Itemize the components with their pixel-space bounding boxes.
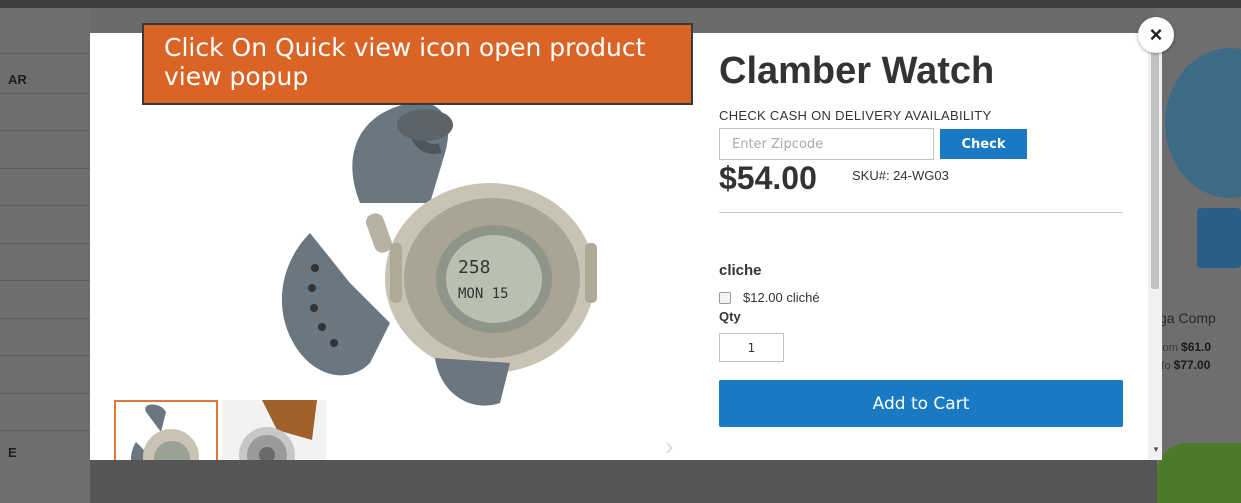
qty-input[interactable] [719, 333, 784, 362]
sidebar-divider [0, 53, 90, 54]
sidebar-divider [0, 93, 90, 94]
scroll-thumb[interactable] [1151, 51, 1159, 289]
sidebar-divider [0, 393, 90, 394]
sidebar-label: E [8, 445, 17, 460]
sidebar-divider [0, 318, 90, 319]
background-bottom-strip [90, 460, 1157, 503]
background-price-to: To $77.00 [1159, 358, 1211, 372]
product-title: Clamber Watch [719, 50, 995, 92]
gallery-next-arrow-icon[interactable]: › [665, 431, 674, 460]
background-sidebar: AR E [0, 8, 90, 503]
add-to-cart-button[interactable]: Add to Cart [719, 380, 1123, 427]
close-icon[interactable]: × [1138, 17, 1174, 53]
instruction-callout: Click On Quick view icon open product vi… [142, 23, 693, 105]
details-divider [719, 212, 1123, 213]
yoga-ball-image [1165, 48, 1241, 198]
sidebar-divider [0, 130, 90, 131]
svg-text:258: 258 [458, 257, 491, 278]
product-price: $54.00 [719, 160, 817, 196]
modal-scrollbar[interactable]: ▲ ▼ [1148, 33, 1162, 460]
option-checkbox[interactable] [719, 291, 731, 304]
background-topbar [0, 0, 1241, 8]
sidebar-label: AR [8, 72, 27, 87]
qty-label: Qty [719, 309, 741, 324]
sidebar-divider [0, 355, 90, 356]
background-price-from: rom $61.0 [1159, 340, 1212, 354]
sidebar-divider [0, 243, 90, 244]
sidebar-divider [0, 205, 90, 206]
sidebar-divider [0, 430, 90, 431]
thumbnail-gray-watch[interactable] [114, 400, 218, 460]
option-label: $12.00 cliché [743, 290, 820, 305]
sidebar-divider [0, 168, 90, 169]
product-sku: SKU#: 24-WG03 [852, 168, 949, 183]
svg-text:MON 15: MON 15 [458, 286, 509, 302]
check-button[interactable]: Check [940, 129, 1027, 159]
watch-gray-thumb-icon [131, 404, 199, 460]
option-title: cliche [719, 262, 762, 279]
yoga-mat-image [1157, 443, 1241, 503]
thumbnail-brown-watch[interactable] [222, 400, 326, 460]
background-product-name: ga Comp [1159, 310, 1216, 326]
scroll-down-arrow-icon[interactable]: ▼ [1152, 445, 1160, 454]
product-main-image: 258 MON 15 [281, 102, 597, 406]
watch-brown-thumb-icon [239, 400, 317, 460]
sidebar-divider [0, 280, 90, 281]
product-details-panel: Clamber Watch CHECK CASH ON DELIVERY AVA… [719, 33, 1129, 460]
zipcode-input[interactable] [719, 128, 934, 160]
background-product-card: ga Comp rom $61.0 To $77.00 [1157, 8, 1241, 503]
option-cliche[interactable]: $12.00 cliché [719, 290, 820, 305]
yoga-block-image [1197, 208, 1241, 268]
cod-availability-label: CHECK CASH ON DELIVERY AVAILABILITY [719, 108, 992, 123]
